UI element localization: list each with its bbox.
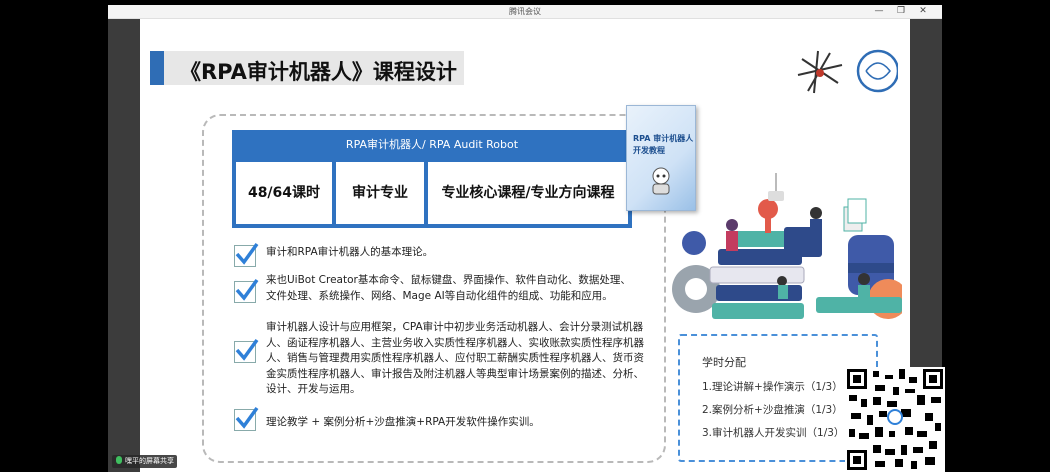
point-teaching: 理论教学 + 案例分析+沙盘推演+RPA开发软件操作实训。 — [266, 416, 540, 428]
share-label: 嘿平的屏幕共享 — [125, 457, 174, 465]
course-type: 专业核心课程/专业方向课程 — [428, 162, 628, 224]
microphone-icon — [116, 456, 122, 464]
allocation-item-3: 3.审计机器人开发实训（1/3） — [702, 427, 845, 439]
close-icon[interactable]: ✕ — [914, 5, 932, 18]
meeting-window: 腾讯会议 — ❐ ✕ 《RPA审计机器人》课程设计 RPA审计机器人/ RPA … — [108, 5, 942, 472]
education-illustration — [672, 173, 902, 319]
check-icon — [234, 278, 259, 303]
point-uibot: 来也UiBot Creator基本命令、鼠标键盘、界面操作、软件自动化、数据处理… — [266, 274, 631, 302]
title-bar: 腾讯会议 — ❐ ✕ — [108, 5, 942, 19]
check-icon — [234, 406, 259, 431]
qr-code-icon — [845, 367, 945, 472]
course-header: RPA审计机器人/ RPA Audit Robot — [345, 138, 519, 151]
course-info-card: RPA审计机器人/ RPA Audit Robot 48/64课时 审计专业 专… — [232, 130, 632, 228]
slide-title: 《RPA审计机器人》课程设计 — [180, 60, 457, 84]
shared-slide: 《RPA审计机器人》课程设计 RPA审计机器人/ RPA Audit Robot… — [140, 19, 910, 472]
restore-icon[interactable]: ❐ — [892, 5, 910, 18]
check-icon — [234, 338, 259, 363]
school-logo-icon — [797, 49, 898, 94]
allocation-item-1: 1.理论讲解+操作演示（1/3） — [702, 381, 843, 393]
book-title-2: 开发教程 — [633, 146, 665, 155]
title-accent-bar — [150, 51, 164, 85]
course-major: 审计专业 — [336, 162, 424, 224]
book-title-1: RPA 审计机器人 — [633, 134, 694, 143]
allocation-item-2: 2.案例分析+沙盘推演（1/3） — [702, 404, 843, 416]
point-framework: 审计机器人设计与应用框架，CPA审计中初步业务活动机器人、会计分录测试机器人、函… — [266, 321, 644, 395]
left-letterbox — [108, 19, 140, 472]
point-theory: 审计和RPA审计机器人的基本理论。 — [266, 246, 434, 258]
course-hours: 48/64课时 — [236, 162, 332, 224]
screen-share-indicator[interactable]: 嘿平的屏幕共享 — [112, 455, 177, 468]
check-icon — [234, 242, 259, 267]
window-title: 腾讯会议 — [509, 7, 541, 16]
allocation-title: 学时分配 — [702, 356, 746, 369]
minimize-icon[interactable]: — — [870, 5, 888, 18]
